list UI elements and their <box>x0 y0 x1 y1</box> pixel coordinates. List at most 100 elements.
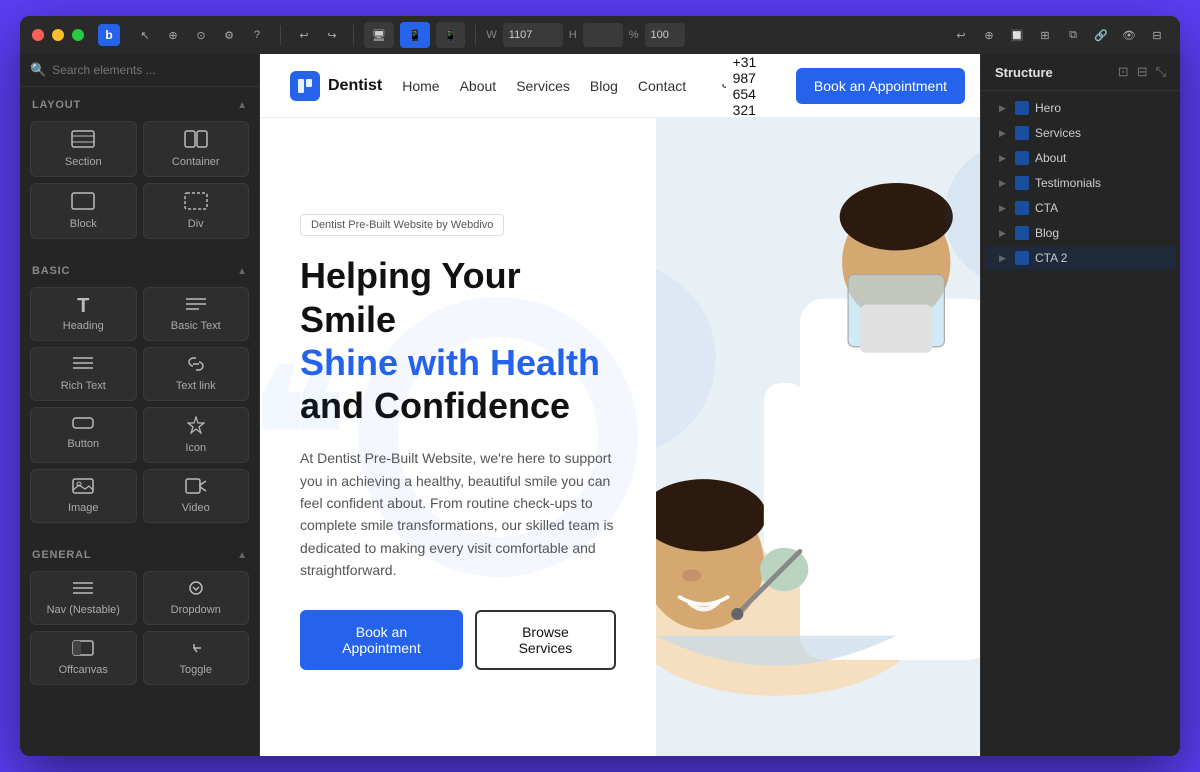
site-logo-text: Dentist <box>328 77 382 95</box>
plugin-icon[interactable]: ⊞ <box>1034 24 1056 46</box>
offcanvas-icon <box>72 640 94 660</box>
cursor-icon[interactable]: ↖ <box>134 24 156 46</box>
structure-testimonials[interactable]: ▶ Testimonials <box>985 171 1176 195</box>
container-icon <box>184 130 208 152</box>
titlebar: b ↖ ⊕ ⊙ ⚙ ? ↩ ↪ 🖥 📱 📱 W H % ↩ ⊕ <box>20 16 1180 54</box>
text-link-label: Text link <box>176 380 216 392</box>
share-icon[interactable]: ⧉ <box>1062 24 1084 46</box>
video-icon <box>185 478 207 498</box>
services-item-label: Services <box>1035 126 1081 140</box>
toolbar-right: ↩ ⊕ 🔲 ⊞ ⧉ 🔗 👁 ⊟ <box>950 24 1168 46</box>
height-input[interactable] <box>583 23 623 47</box>
separator2 <box>353 25 354 45</box>
heading-element[interactable]: T Heading <box>30 287 137 341</box>
expand-icon[interactable]: ⤡ <box>1156 64 1166 80</box>
toggle-icon <box>185 640 207 660</box>
container-label: Container <box>172 156 220 168</box>
text-link-icon <box>185 356 207 376</box>
maximize-button[interactable] <box>72 29 84 41</box>
structure-about[interactable]: ▶ About <box>985 146 1176 170</box>
add-icon[interactable]: ⊕ <box>162 24 184 46</box>
structure-cta[interactable]: ▶ CTA <box>985 196 1176 220</box>
text-link-element[interactable]: Text link <box>143 347 250 401</box>
button-element[interactable]: Button <box>30 407 137 463</box>
image-element[interactable]: Image <box>30 469 137 523</box>
structure-hero[interactable]: ▶ Hero <box>985 96 1176 120</box>
device-desktop-button[interactable]: 🖥 <box>364 22 394 48</box>
cta2-item-label: CTA 2 <box>1035 251 1067 265</box>
phone-icon <box>722 79 726 93</box>
nav-home[interactable]: Home <box>402 78 439 94</box>
block-icon <box>71 192 95 214</box>
nav-about[interactable]: About <box>460 78 497 94</box>
about-item-label: About <box>1035 151 1066 165</box>
help-icon[interactable]: ? <box>246 24 268 46</box>
layout-section-header[interactable]: LAYOUT ▲ <box>20 93 259 117</box>
rich-text-icon <box>72 356 94 376</box>
hero-browse-button[interactable]: Browse Services <box>475 610 616 670</box>
toggle-element[interactable]: Toggle <box>143 631 250 685</box>
video-element[interactable]: Video <box>143 469 250 523</box>
rich-text-element[interactable]: Rich Text <box>30 347 137 401</box>
settings-icon[interactable]: ⚙ <box>218 24 240 46</box>
layout-section-title: LAYOUT <box>32 99 81 111</box>
external-link-icon[interactable]: 🔗 <box>1090 24 1112 46</box>
layers-icon[interactable]: ⊙ <box>190 24 212 46</box>
layout-section-arrow: ▲ <box>237 100 247 111</box>
button-label: Button <box>67 438 99 450</box>
hero-item-label: Hero <box>1035 101 1061 115</box>
redo-icon[interactable]: ↪ <box>321 24 343 46</box>
undo-icon[interactable]: ↩ <box>293 24 315 46</box>
nav-cta-button[interactable]: Book an Appointment <box>796 68 965 104</box>
nav-contact[interactable]: Contact <box>638 78 686 94</box>
separator3 <box>475 25 476 45</box>
services-item-icon <box>1015 126 1029 140</box>
general-section-header[interactable]: GENERAL ▲ <box>20 543 259 567</box>
right-panel: Structure ⊡ ⊟ ⤡ ▶ Hero ▶ Services <box>980 54 1180 756</box>
container-element[interactable]: Container <box>143 121 250 177</box>
nav-nestable-element[interactable]: Nav (Nestable) <box>30 571 137 625</box>
close-button[interactable] <box>32 29 44 41</box>
upload-icon[interactable]: ⊟ <box>1137 64 1148 80</box>
block-element[interactable]: Block <box>30 183 137 239</box>
basic-text-element[interactable]: Basic Text <box>143 287 250 341</box>
cta2-arrow: ▶ <box>999 253 1009 264</box>
layout-elements-grid: Section Container <box>20 117 259 247</box>
download-icon[interactable]: ⊡ <box>1118 64 1129 80</box>
device-mobile-button[interactable]: 📱 <box>436 22 466 48</box>
main-content: 🔍 LAYOUT ▲ <box>20 54 1180 756</box>
layout-section: LAYOUT ▲ Section <box>20 87 259 253</box>
structure-title: Structure <box>995 65 1053 80</box>
device-tablet-button[interactable]: 📱 <box>400 22 430 48</box>
icon-element[interactable]: Icon <box>143 407 250 463</box>
nav-blog[interactable]: Blog <box>590 78 618 94</box>
general-section: GENERAL ▲ Nav (Nes <box>20 537 259 699</box>
layers2-icon[interactable]: 🔲 <box>1006 24 1028 46</box>
site-logo: Dentist <box>290 71 382 101</box>
basic-section-header[interactable]: BASIC ▲ <box>20 259 259 283</box>
preview-icon[interactable]: 👁 <box>1118 24 1140 46</box>
basic-text-label: Basic Text <box>171 320 221 332</box>
nav-services[interactable]: Services <box>516 78 570 94</box>
structure-cta2[interactable]: ▶ CTA 2 <box>985 246 1176 270</box>
hero-description: At Dentist Pre-Built Website, we're here… <box>300 447 616 581</box>
structure-services[interactable]: ▶ Services <box>985 121 1176 145</box>
dropdown-element[interactable]: Dropdown <box>143 571 250 625</box>
right-panel-icons: ⊡ ⊟ ⤡ <box>1118 64 1166 80</box>
general-elements-grid: Nav (Nestable) Dropdown <box>20 567 259 693</box>
offcanvas-element[interactable]: Offcanvas <box>30 631 137 685</box>
hero-book-button[interactable]: Book an Appointment <box>300 610 463 670</box>
collapse-icon[interactable]: ⊟ <box>1146 24 1168 46</box>
div-element[interactable]: Div <box>143 183 250 239</box>
structure-blog[interactable]: ▶ Blog <box>985 221 1176 245</box>
cloud-icon[interactable]: ⊕ <box>978 24 1000 46</box>
search-bar: 🔍 <box>20 54 259 87</box>
width-input[interactable] <box>503 23 563 47</box>
search-input[interactable] <box>52 63 249 77</box>
zoom-input[interactable] <box>645 23 685 47</box>
heading-label: Heading <box>63 320 104 332</box>
history-icon[interactable]: ↩ <box>950 24 972 46</box>
toolbar-left: ↖ ⊕ ⊙ ⚙ ? <box>134 24 268 46</box>
minimize-button[interactable] <box>52 29 64 41</box>
section-element[interactable]: Section <box>30 121 137 177</box>
